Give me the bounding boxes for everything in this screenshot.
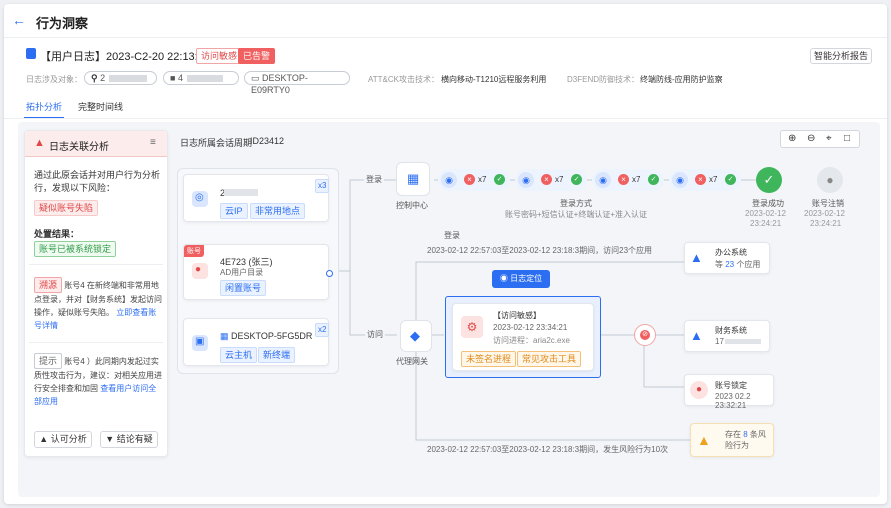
app-icon: ▲ xyxy=(690,250,703,265)
terminal-icon: ◉ xyxy=(595,172,611,188)
sms-icon: ◉ xyxy=(518,172,534,188)
app-icon: ▲ xyxy=(690,328,703,343)
login2-label: 登录 xyxy=(444,231,460,240)
count-prefix: 等 xyxy=(715,260,723,269)
fail-icon: × xyxy=(541,174,552,185)
office-count: 等 23 个应用 xyxy=(715,259,760,270)
pin-icon: ◉ xyxy=(499,274,508,283)
edge-login-label: 登录 xyxy=(364,174,384,185)
count-value: 23 xyxy=(725,260,735,269)
finance-ip: 17 xyxy=(715,337,724,346)
lock-time: 2023 02.2 23:32:21 xyxy=(715,392,751,410)
office-system-node[interactable]: ▲ 办公系统 等 23 个应用 xyxy=(684,242,770,274)
block-icon: ⊘ xyxy=(640,330,650,340)
verify-icon: ◉ xyxy=(441,172,457,188)
auth-center-node[interactable]: ▦ xyxy=(396,162,430,196)
proxy-node[interactable]: ◆ xyxy=(400,320,432,352)
risk-prefix: 存在 xyxy=(725,430,741,439)
building-icon: ▦ xyxy=(407,171,420,186)
success-icon: ✓ xyxy=(571,174,582,185)
auth-center-label: 控制中心 xyxy=(396,201,428,210)
login-methods-desc: 账号密码+短信认证+终端认证+准入认证 xyxy=(505,210,648,219)
login-methods-label: 登录方式 xyxy=(560,199,592,208)
tag-attack-tool: 常见攻击工具 xyxy=(517,351,582,367)
login-method-chip[interactable]: ◉ × x7 ✓ xyxy=(592,169,664,191)
logout-icon[interactable]: ● xyxy=(817,167,843,193)
logout-time: 23:24:21 xyxy=(810,219,842,228)
risk-count: 8 xyxy=(743,430,748,439)
login-method-chip[interactable]: ◉ × x7 ✓ xyxy=(669,169,741,191)
login-method-chip[interactable]: ◉ × x7 ✓ xyxy=(515,169,587,191)
account-lock-node[interactable]: ● 账号锁定 2023 02.2 23:32:21 xyxy=(684,374,774,410)
edge-access-label: 访问 xyxy=(365,329,385,340)
fail-icon: × xyxy=(464,174,475,185)
fail-count: x7 xyxy=(478,175,487,184)
login-ok-label: 登录成功 xyxy=(752,199,784,208)
fail-icon: × xyxy=(618,174,629,185)
event-title: 【访问敏感】 xyxy=(493,311,541,320)
block-node[interactable]: ⊘ xyxy=(634,324,656,346)
process-icon: ⚙ xyxy=(461,316,483,338)
locate-button[interactable]: ◉ 日志定位 xyxy=(492,270,550,288)
finance-system-node[interactable]: ▲ 财务系统 17 xyxy=(684,320,770,352)
success-icon: ✓ xyxy=(648,174,659,185)
login-ok-time: 23:24:21 xyxy=(750,219,782,228)
range2-text: 2023-02-12 22:57:03至2023-02-12 23:18:3期间… xyxy=(427,444,669,455)
success-icon: ✓ xyxy=(725,174,736,185)
fail-count: x7 xyxy=(555,175,564,184)
risk-behavior-node[interactable]: ▲ 存在 8 条风险行为 xyxy=(690,423,774,457)
alert-icon: ▲ xyxy=(697,432,711,448)
fail-icon: × xyxy=(695,174,706,185)
proxy-label: 代理网关 xyxy=(396,357,428,366)
logout-label: 账号注销 xyxy=(812,199,844,208)
event-proc: 访问进程：aria2c.exe xyxy=(493,336,570,345)
fail-count: x7 xyxy=(709,175,718,184)
login-ok-date: 2023-02-12 xyxy=(745,209,786,218)
redacted xyxy=(725,339,761,344)
risk-text: 存在 8 条风险行为 xyxy=(725,429,773,451)
login-method-chip[interactable]: ◉ × x7 ✓ xyxy=(438,169,510,191)
success-icon: ✓ xyxy=(494,174,505,185)
login-success-icon[interactable]: ✓ xyxy=(756,167,782,193)
event-card[interactable]: ⚙ 【访问敏感】 2023-02-12 23:34:21 访问进程：aria2c… xyxy=(452,303,594,371)
gateway-icon: ◆ xyxy=(410,328,420,343)
lock-icon: ● xyxy=(690,381,708,399)
office-label: 办公系统 xyxy=(715,248,747,257)
logout-date: 2023-02-12 xyxy=(804,209,845,218)
finance-label: 财务系统 xyxy=(715,326,747,335)
count-suffix: 个应用 xyxy=(736,260,761,269)
event-time: 2023-02-12 23:34:21 xyxy=(493,323,568,332)
lock-label: 账号锁定 xyxy=(715,381,747,390)
fail-count: x7 xyxy=(632,175,641,184)
tag-unsigned: 未签名进程 xyxy=(461,351,517,367)
locate-label: 日志定位 xyxy=(510,274,543,283)
range1-text: 2023-02-12 22:57:03至2023-02-12 23:18:3期间… xyxy=(427,245,653,256)
admission-icon: ◉ xyxy=(672,172,688,188)
app-window: ← 行为洞察 【用户日志】2023-C2-20 22:13:09 访问敏感 已告… xyxy=(4,4,887,504)
